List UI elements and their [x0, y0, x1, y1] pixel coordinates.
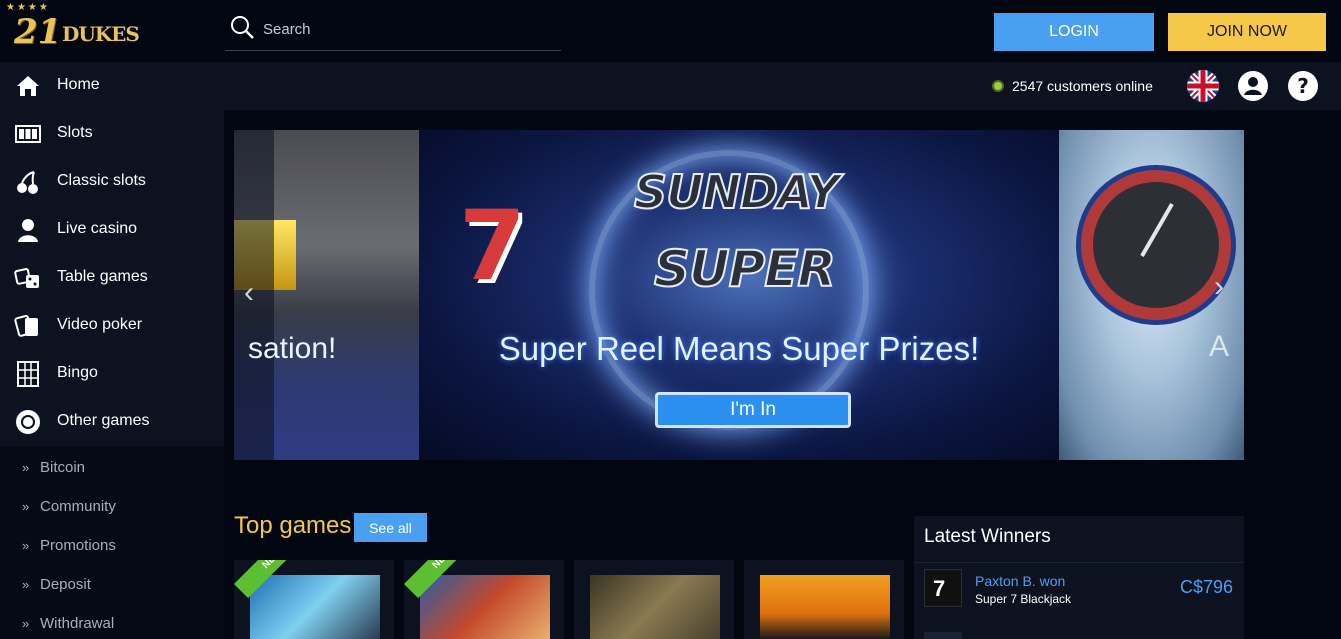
chevron-right-icon: » [22, 537, 30, 553]
sidebar-link-deposit[interactable]: » Deposit [22, 572, 91, 596]
cherries-icon [17, 171, 38, 194]
slide-shade [234, 130, 274, 460]
slide-headline-line-1: SUNDAY [633, 164, 841, 220]
watch-graphic [1081, 170, 1231, 320]
game-tile[interactable]: NEW [234, 560, 394, 639]
im-in-button[interactable]: I'm In [655, 392, 851, 428]
see-all-button[interactable]: See all [354, 513, 427, 542]
sidebar-item-label: Classic slots [57, 172, 146, 189]
carousel-prev-arrow-icon[interactable]: ‹ [244, 276, 254, 310]
winner-game: Super 7 Blackjack [975, 592, 1072, 606]
svg-text:?: ? [1297, 74, 1309, 98]
slide-next-text: A [1209, 330, 1230, 363]
sidebar-sub-list: » Bitcoin » Community » Promotions » Dep… [0, 446, 224, 639]
game-thumbnail [420, 575, 550, 639]
sidebar: Home Slots Classic slots Live casino Tab… [0, 62, 224, 639]
customers-online: 2547 customers online [992, 76, 1153, 96]
login-button[interactable]: LOGIN [994, 13, 1154, 51]
sidebar-item-label: Home [57, 76, 100, 93]
chevron-right-icon: » [22, 459, 30, 475]
winner-game-thumbnail-text: 7 [933, 576, 946, 601]
chevron-right-icon: » [22, 498, 30, 514]
game-tile[interactable] [574, 560, 734, 639]
sidebar-link-label: Bitcoin [40, 458, 86, 476]
search-bar[interactable]: Search [225, 12, 561, 51]
search-icon[interactable] [229, 14, 255, 40]
online-indicator-icon [992, 80, 1004, 92]
chevron-right-icon: » [22, 576, 30, 592]
search-placeholder[interactable]: Search [263, 21, 311, 38]
sidebar-item-bingo[interactable]: Bingo [0, 350, 224, 398]
sidebar-item-slots[interactable]: Slots [0, 110, 224, 158]
sidebar-item-label: Live casino [57, 220, 138, 237]
sidebar-item-label: Bingo [57, 364, 98, 381]
sidebar-item-table-games[interactable]: Table games [0, 254, 224, 302]
sidebar-link-label: Deposit [40, 575, 91, 593]
sidebar-item-label: Slots [57, 124, 93, 141]
dealer-icon [18, 219, 38, 242]
chip-icon [16, 410, 40, 434]
top-bar: ★★★★ 21 DUKES Search LOGIN JOIN NOW [0, 0, 1341, 62]
game-thumbnail [250, 575, 380, 639]
game-thumbnail [760, 575, 890, 639]
latest-winners-panel: Latest Winners 7 Paxton B. won Super 7 B… [914, 516, 1244, 639]
slide-headline-line-2: SUPER [653, 239, 837, 299]
game-tile[interactable] [744, 560, 904, 639]
cards-icon [14, 314, 38, 337]
slide-previous[interactable]: sation! [234, 130, 419, 460]
join-now-button[interactable]: JOIN NOW [1168, 13, 1326, 51]
sidebar-link-community[interactable]: » Community [22, 494, 116, 518]
logo-word: DUKES [62, 22, 140, 46]
sidebar-link-withdrawal[interactable]: » Withdrawal [22, 611, 114, 635]
dice-icon [14, 268, 39, 288]
site-logo[interactable]: ★★★★ 21 DUKES [4, 2, 154, 58]
latest-winners-heading: Latest Winners [924, 526, 1051, 547]
sidebar-item-label: Video poker [57, 316, 143, 333]
sidebar-link-bitcoin[interactable]: » Bitcoin [22, 455, 85, 479]
chevron-right-icon: » [22, 615, 30, 631]
carousel-next-arrow-icon[interactable]: › [1214, 270, 1224, 304]
user-icon[interactable] [1237, 70, 1269, 102]
slots-icon [15, 125, 41, 143]
sidebar-item-live-casino[interactable]: Live casino [0, 206, 224, 254]
game-thumbnail [590, 575, 720, 639]
winner-row-next [924, 632, 962, 639]
sidebar-link-promotions[interactable]: » Promotions [22, 533, 116, 557]
slide-current[interactable]: 7 SUNDAY SUPER Super Reel Means Super Pr… [419, 130, 1059, 460]
game-tile[interactable]: NEW [404, 560, 564, 639]
sidebar-item-other-games[interactable]: Other games [0, 398, 224, 446]
slide-previous-text: sation! [248, 332, 337, 365]
winner-row[interactable]: 7 Paxton B. won Super 7 Blackjack C$796 [914, 562, 1244, 612]
bingo-card-icon [17, 361, 39, 387]
sidebar-link-label: Community [40, 497, 116, 515]
slide-tagline: Super Reel Means Super Prizes! [498, 330, 980, 367]
logo-number: 21 [14, 12, 62, 52]
winner-name[interactable]: Paxton B. won [975, 573, 1065, 589]
promo-carousel[interactable]: sation! 7 SUNDAY SUPER Super Reel Means … [234, 130, 1244, 460]
sidebar-item-classic-slots[interactable]: Classic slots [0, 158, 224, 206]
winner-game-thumbnail: 7 [924, 569, 962, 607]
sidebar-item-home[interactable]: Home [0, 62, 224, 110]
winner-amount: C$796 [1180, 577, 1234, 597]
help-icon[interactable]: ? [1287, 70, 1319, 102]
sidebar-item-label: Other games [57, 412, 150, 429]
sidebar-link-label: Withdrawal [40, 614, 115, 632]
sidebar-item-video-poker[interactable]: Video poker [0, 302, 224, 350]
sidebar-item-label: Table games [57, 268, 148, 285]
top-games-heading: Top games [234, 512, 352, 539]
home-icon [17, 76, 39, 96]
customers-online-text: 2547 customers online [1012, 78, 1153, 94]
uk-flag-icon[interactable] [1187, 70, 1219, 102]
lucky-seven-graphic: 7 [459, 190, 526, 302]
sidebar-link-label: Promotions [40, 536, 116, 554]
